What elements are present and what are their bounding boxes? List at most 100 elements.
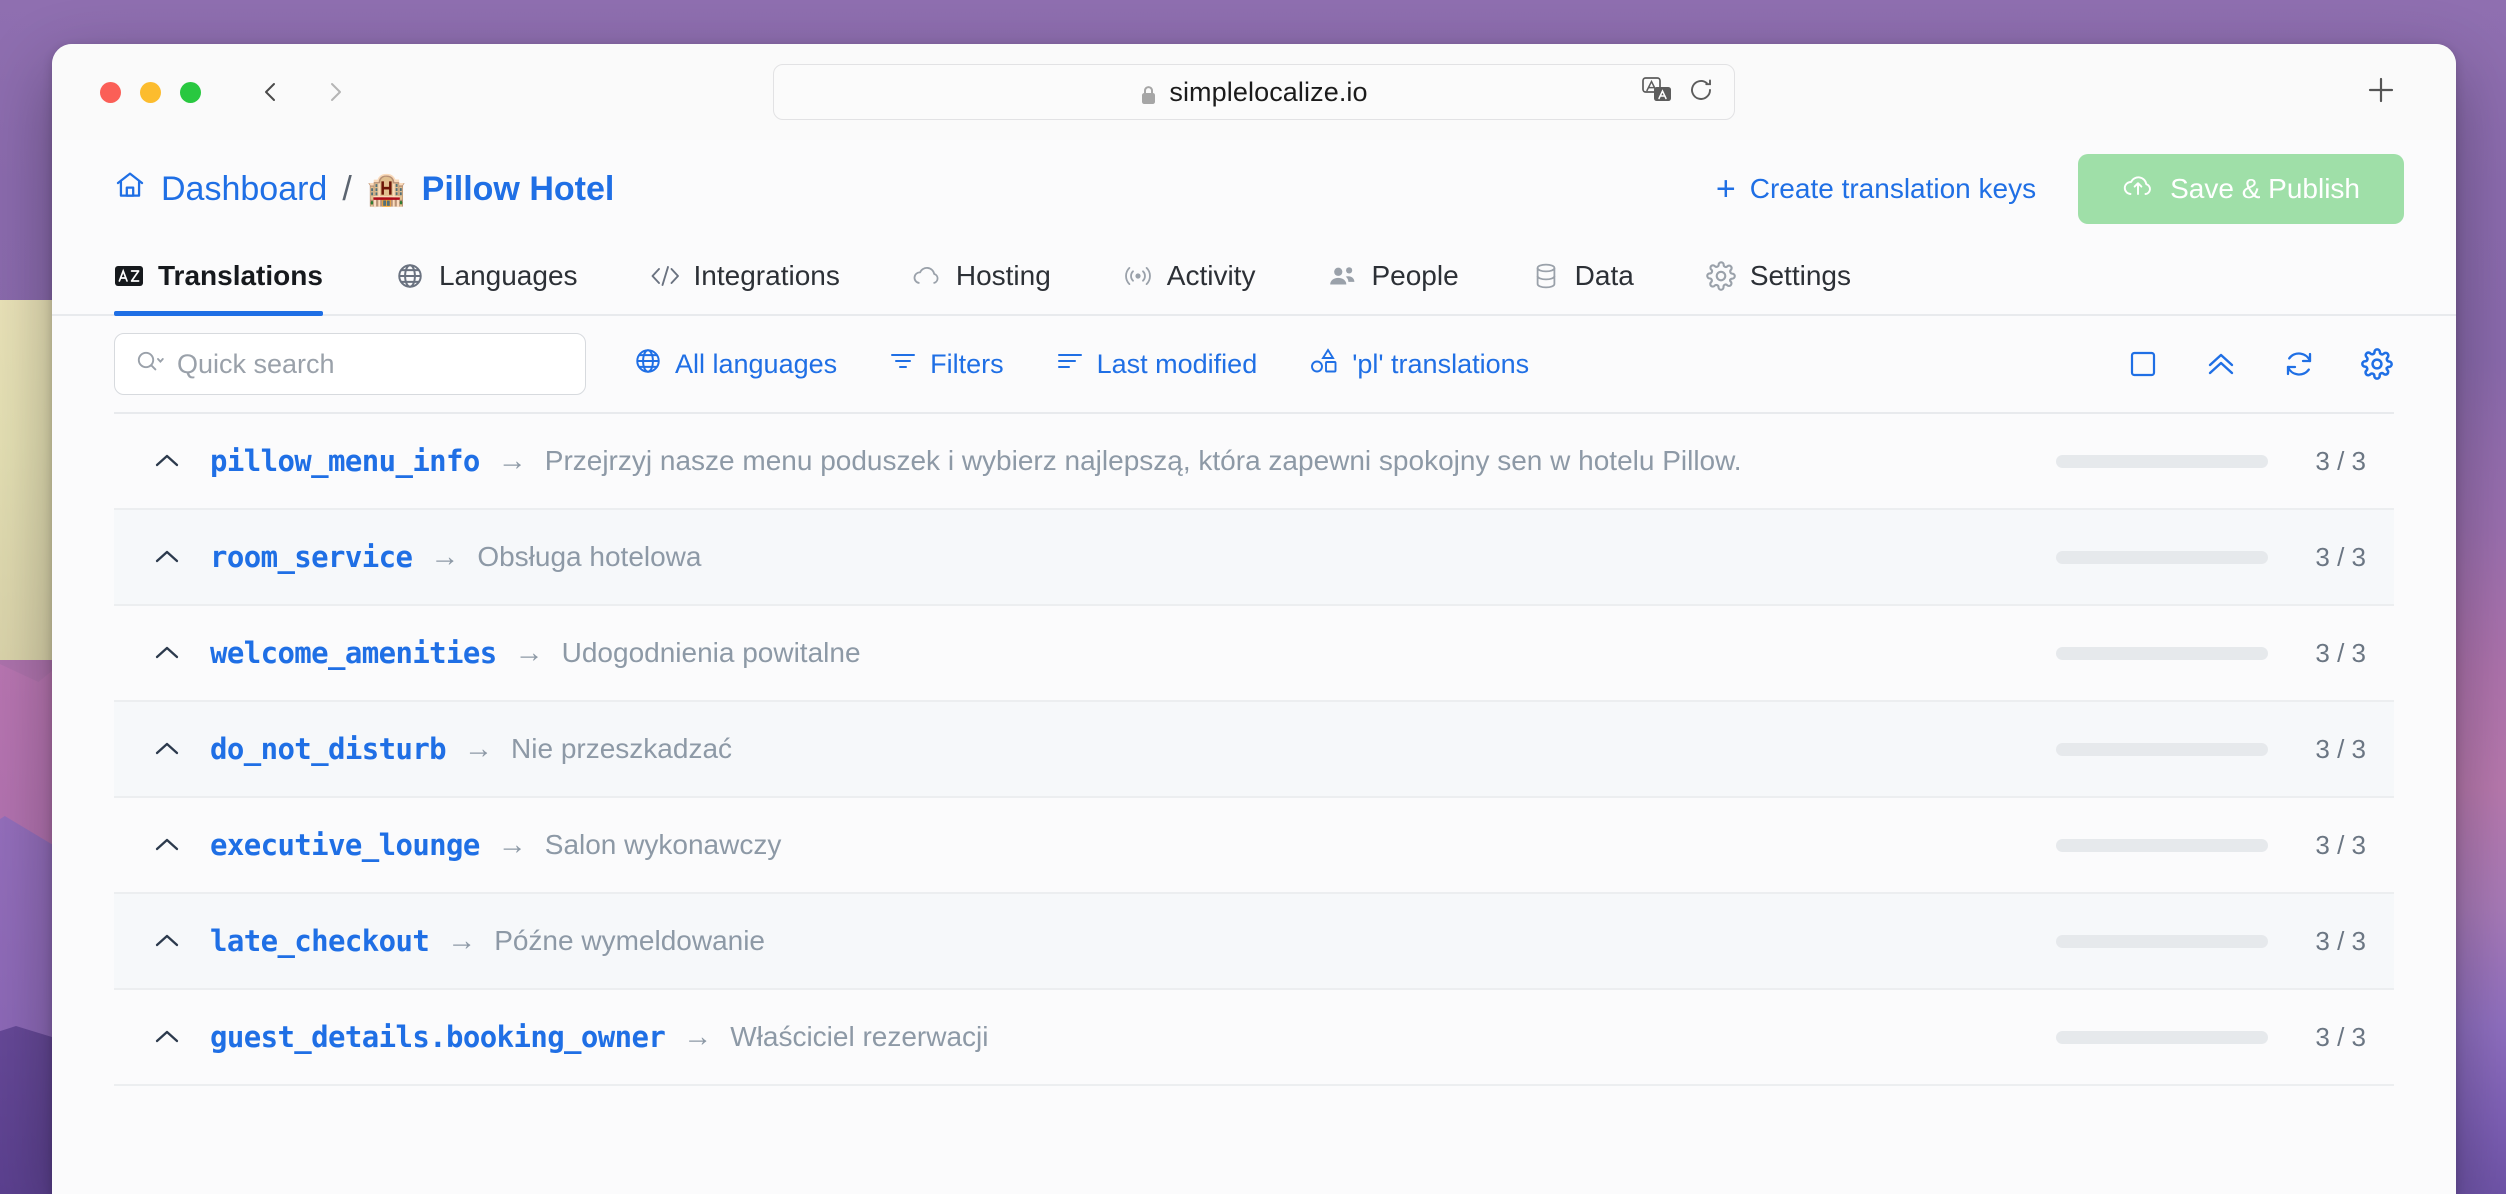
window-traffic-lights (100, 81, 201, 103)
search-icon (135, 349, 165, 380)
tab-data[interactable]: Data (1531, 238, 1664, 314)
filter-icon (889, 349, 917, 380)
breadcrumb-dashboard[interactable]: Dashboard (161, 170, 327, 209)
filters-button[interactable]: Filters (889, 349, 1004, 380)
globe-icon (634, 347, 662, 382)
arrow-icon: → (464, 732, 494, 765)
tab-settings-label: Settings (1749, 260, 1851, 291)
breadcrumb-project[interactable]: Pillow Hotel (422, 170, 615, 209)
create-translation-keys-button[interactable]: + Create translation keys (1716, 172, 2036, 206)
header-actions: + Create translation keys Save & Publish (1716, 154, 2404, 224)
forward-icon[interactable] (323, 80, 347, 104)
row-progress: 3 / 3 (2056, 926, 2384, 957)
project-emoji: 🏨 (366, 171, 407, 207)
address-bar-url: simplelocalize.io (1169, 76, 1368, 107)
new-tab-button[interactable] (2364, 73, 2398, 112)
shapes-icon (1309, 347, 1339, 382)
last-modified-button[interactable]: Last modified (1056, 349, 1257, 380)
progress-bar (2056, 646, 2268, 660)
cloud-upload-icon (2122, 172, 2154, 207)
collapse-row-icon[interactable] (150, 642, 184, 664)
all-languages-button[interactable]: All languages (634, 347, 837, 382)
collapse-row-icon[interactable] (150, 1026, 184, 1048)
back-icon[interactable] (259, 80, 283, 104)
tab-hosting[interactable]: Hosting (912, 238, 1081, 314)
minimize-window-button[interactable] (140, 81, 161, 103)
collapse-row-icon[interactable] (150, 546, 184, 568)
table-row[interactable]: pillow_menu_info → Przejrzyj nasze menu … (114, 414, 2394, 510)
progress-count: 3 / 3 (2315, 829, 2366, 860)
gear-icon[interactable] (2360, 347, 2394, 381)
close-window-button[interactable] (100, 81, 121, 103)
translation-key[interactable]: do_not_disturb (210, 732, 447, 766)
tab-people[interactable]: People (1327, 238, 1488, 314)
tab-settings[interactable]: Settings (1706, 238, 1881, 314)
translation-key[interactable]: pillow_menu_info (210, 444, 480, 478)
address-bar[interactable]: simplelocalize.io (773, 64, 1735, 120)
gear-icon (1706, 261, 1736, 291)
collapse-row-icon[interactable] (150, 834, 184, 856)
collapse-row-icon[interactable] (150, 930, 184, 952)
table-row[interactable]: welcome_amenities → Udogodnienia powital… (114, 606, 2394, 702)
tab-hosting-label: Hosting (955, 260, 1051, 291)
progress-bar (2056, 1030, 2268, 1044)
translation-key[interactable]: guest_details.booking_owner (210, 1020, 666, 1054)
progress-count: 3 / 3 (2315, 925, 2366, 956)
database-icon (1531, 261, 1561, 291)
translation-key[interactable]: room_service (210, 540, 413, 574)
row-progress: 3 / 3 (2056, 830, 2384, 861)
tab-languages[interactable]: Languages (395, 238, 608, 314)
translation-value: Właściciel rezerwacji (730, 1021, 989, 1052)
translation-key[interactable]: late_checkout (210, 924, 430, 958)
arrow-icon: → (683, 1020, 713, 1053)
collapse-row-icon[interactable] (150, 450, 184, 472)
browser-window: simplelocalize.io Dashboard / 🏨 Pillow H… (52, 44, 2456, 1194)
tab-integrations[interactable]: Integrations (650, 238, 870, 314)
translation-value: Obsługa hotelowa (477, 541, 702, 572)
table-row[interactable]: executive_lounge → Salon wykonawczy 3 / … (114, 798, 2394, 894)
tab-people-label: People (1371, 260, 1459, 291)
tab-activity-label: Activity (1166, 260, 1256, 291)
translations-toolbar: Quick search All languages Filters Last … (52, 316, 2456, 412)
tab-translations-label: Translations (158, 260, 323, 291)
maximize-window-button[interactable] (180, 81, 201, 103)
address-bar-container: simplelocalize.io (773, 64, 1735, 120)
translation-value: Udogodnienia powitalne (561, 637, 861, 668)
tab-activity[interactable]: Activity (1123, 238, 1286, 314)
translation-value: Nie przeszkadzać (511, 733, 733, 764)
search-placeholder: Quick search (177, 348, 335, 379)
all-languages-label: All languages (675, 348, 838, 379)
save-publish-label: Save & Publish (2170, 173, 2360, 204)
select-all-icon[interactable] (2126, 347, 2160, 381)
home-icon[interactable] (114, 169, 146, 210)
breadcrumb: Dashboard / 🏨 Pillow Hotel (114, 169, 614, 210)
lock-icon (1140, 82, 1157, 104)
table-row[interactable]: do_not_disturb → Nie przeszkadzać 3 / 3 (114, 702, 2394, 798)
broadcast-icon (1123, 261, 1153, 291)
users-icon (1327, 261, 1357, 291)
translations-table: pillow_menu_info → Przejrzyj nasze menu … (114, 412, 2394, 1086)
translate-icon[interactable] (1642, 76, 1672, 108)
collapse-all-icon[interactable] (2204, 347, 2238, 381)
plus-icon: + (1715, 170, 1736, 208)
table-row[interactable]: guest_details.booking_owner → Właściciel… (114, 990, 2394, 1086)
browser-navigation (259, 80, 347, 104)
arrow-icon: → (497, 444, 527, 477)
collapse-row-icon[interactable] (150, 738, 184, 760)
translation-value: Salon wykonawczy (544, 829, 782, 860)
reload-icon[interactable] (1688, 77, 1714, 108)
refresh-icon[interactable] (2282, 347, 2316, 381)
save-publish-button[interactable]: Save & Publish (2078, 154, 2404, 224)
tab-data-label: Data (1574, 260, 1634, 291)
table-row[interactable]: late_checkout → Późne wymeldowanie 3 / 3 (114, 894, 2394, 990)
pl-translations-label: 'pl' translations (1352, 348, 1530, 379)
tab-translations[interactable]: Translations (114, 238, 353, 316)
toolbar-right-icons (2126, 347, 2394, 381)
translation-key[interactable]: welcome_amenities (210, 636, 497, 670)
search-input[interactable]: Quick search (114, 333, 586, 395)
table-row[interactable]: room_service → Obsługa hotelowa 3 / 3 (114, 510, 2394, 606)
progress-count: 3 / 3 (2315, 733, 2366, 764)
translation-key[interactable]: executive_lounge (210, 828, 480, 862)
pl-translations-button[interactable]: 'pl' translations (1309, 347, 1529, 382)
progress-bar (2056, 838, 2268, 852)
